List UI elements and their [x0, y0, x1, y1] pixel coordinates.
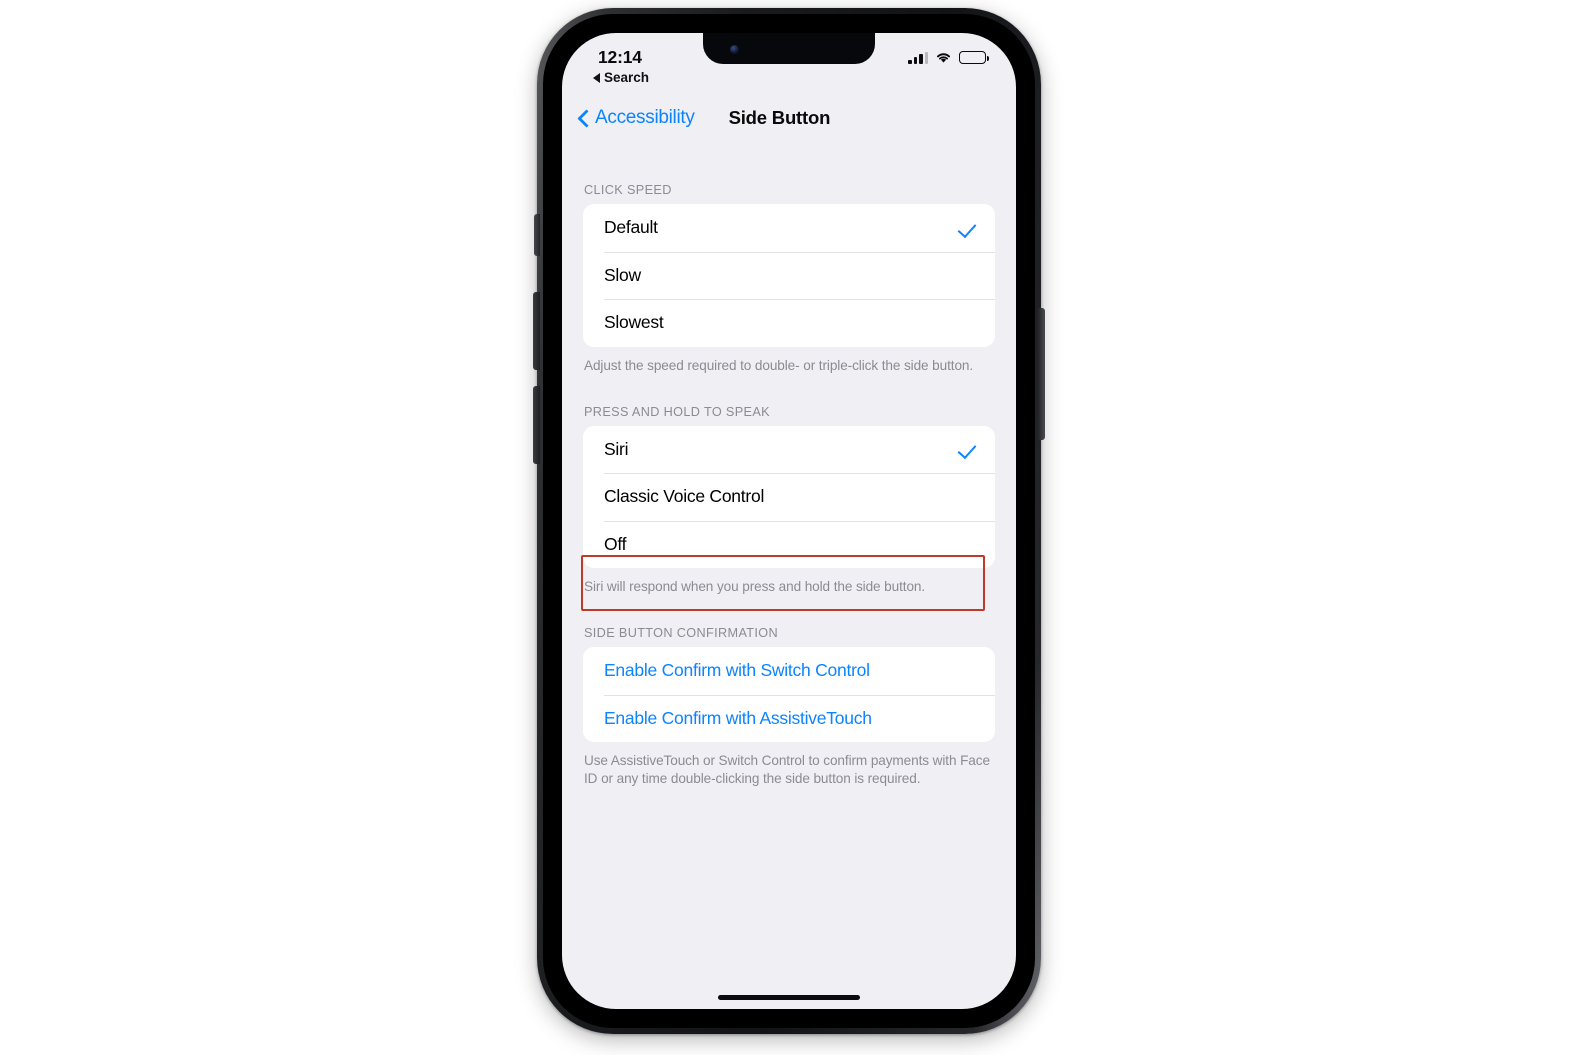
row-siri[interactable]: Siri: [583, 426, 995, 474]
section-header-click-speed: CLICK SPEED: [584, 183, 672, 197]
section-side-button-confirmation: SIDE BUTTON CONFIRMATION Enable Confirm …: [562, 596, 1016, 788]
row-label-siri: Siri: [604, 438, 629, 459]
front-camera-icon: [730, 45, 739, 54]
footnote-side-button-confirmation: Use AssistiveTouch or Switch Control to …: [584, 753, 990, 786]
row-label-classic-voice-control: Classic Voice Control: [604, 486, 765, 507]
card-side-button-confirmation: Enable Confirm with Switch Control Enabl…: [583, 647, 995, 742]
row-label-slowest: Slowest: [604, 312, 664, 333]
home-indicator[interactable]: [718, 995, 860, 1000]
section-click-speed: CLICK SPEED Default Slow Slowest Adjust …: [562, 145, 1016, 375]
back-to-search-link[interactable]: Search: [593, 70, 649, 85]
checkmark-icon: [958, 218, 978, 238]
card-click-speed: Default Slow Slowest: [583, 204, 995, 347]
iphone-device-frame: 12:14 Search Accessibility Side Button C…: [533, 8, 1045, 1034]
status-time: 12:14: [598, 47, 642, 67]
section-header-press-and-hold-to-speak: PRESS AND HOLD TO SPEAK: [584, 404, 770, 419]
nav-back-button[interactable]: Accessibility: [578, 107, 695, 129]
back-to-search-label: Search: [604, 70, 650, 85]
row-slow[interactable]: Slow: [583, 251, 995, 300]
volume-down-button[interactable]: [533, 386, 540, 464]
volume-up-button[interactable]: [533, 292, 540, 370]
row-label-slow: Slow: [604, 264, 641, 285]
side-button[interactable]: [1038, 308, 1045, 440]
row-default[interactable]: Default: [583, 204, 995, 252]
silent-switch-button[interactable]: [534, 214, 540, 256]
row-classic-voice-control[interactable]: Classic Voice Control: [583, 473, 995, 521]
section-press-and-hold-to-speak: PRESS AND HOLD TO SPEAK Siri Classic Voi…: [562, 375, 1016, 597]
back-triangle-icon: [593, 72, 600, 83]
row-slowest[interactable]: Slowest: [583, 299, 995, 347]
row-label-default: Default: [604, 217, 658, 238]
settings-list[interactable]: CLICK SPEED Default Slow Slowest Adjust …: [562, 145, 1016, 1009]
row-off[interactable]: Off: [583, 520, 995, 569]
footnote-press-and-hold-to-speak: Siri will respond when you press and hol…: [584, 579, 926, 594]
cellular-signal-icon: [908, 51, 928, 64]
row-enable-confirm-switch-control[interactable]: Enable Confirm with Switch Control: [583, 647, 995, 695]
row-label-off: Off: [604, 533, 627, 554]
row-enable-confirm-assistivetouch[interactable]: Enable Confirm with AssistiveTouch: [583, 694, 995, 743]
row-label-enable-confirm-assistivetouch: Enable Confirm with AssistiveTouch: [604, 707, 872, 728]
page-title: Side Button: [728, 107, 831, 128]
nav-back-label: Accessibility: [595, 107, 695, 128]
navigation-bar: Accessibility Side Button: [562, 95, 1016, 141]
row-label-enable-confirm-switch-control: Enable Confirm with Switch Control: [604, 660, 870, 681]
card-press-and-hold-to-speak: Siri Classic Voice Control Off: [583, 425, 995, 569]
wifi-icon: [936, 53, 951, 63]
notch: [703, 33, 875, 64]
checkmark-icon: [958, 439, 978, 459]
battery-icon: [959, 51, 989, 64]
phone-screen: 12:14 Search Accessibility Side Button C…: [562, 33, 1016, 1009]
status-indicators: [908, 51, 989, 64]
chevron-left-icon: [578, 109, 589, 128]
section-header-side-button-confirmation: SIDE BUTTON CONFIRMATION: [584, 626, 779, 640]
footnote-click-speed: Adjust the speed required to double- or …: [584, 357, 974, 373]
